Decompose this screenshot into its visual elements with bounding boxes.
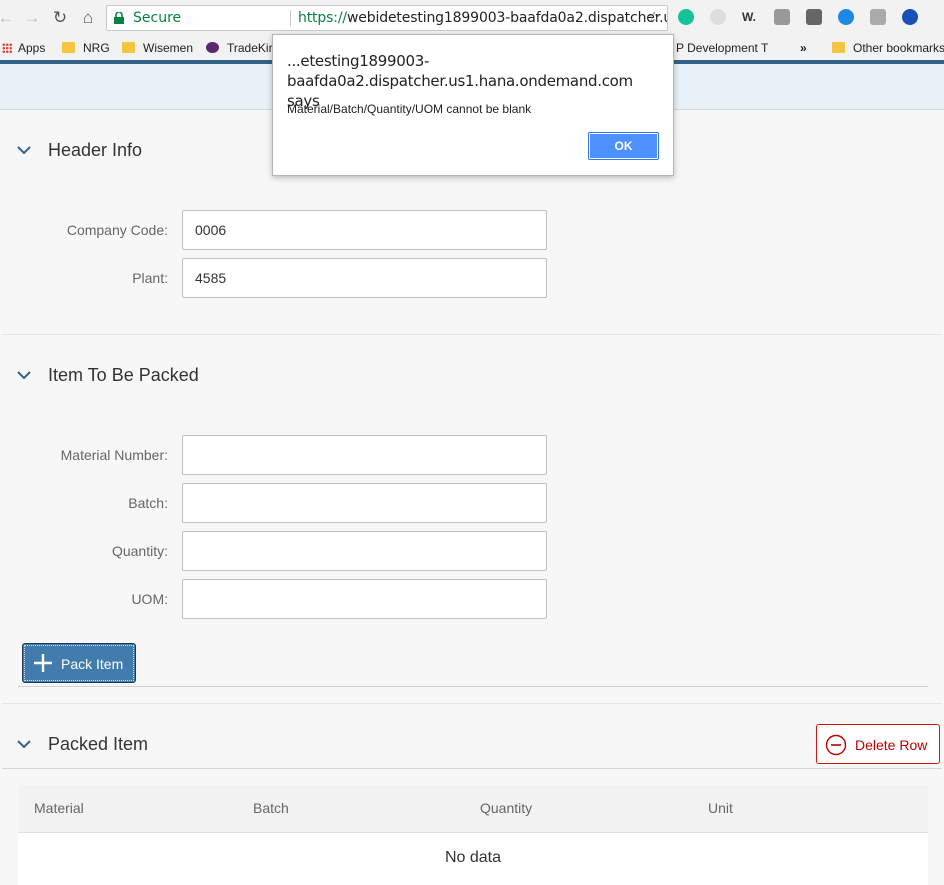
grammarly-icon[interactable] bbox=[678, 9, 694, 25]
batch-label: Batch: bbox=[128, 495, 168, 511]
batch-input[interactable] bbox=[182, 483, 547, 523]
column-header-quantity[interactable]: Quantity bbox=[480, 800, 532, 816]
column-header-unit[interactable]: Unit bbox=[708, 800, 733, 816]
plus-icon bbox=[34, 654, 52, 672]
bookmarks-overflow[interactable]: » bbox=[800, 40, 807, 56]
alert-dialog: ...etesting1899003-baafda0a2.dispatcher.… bbox=[272, 34, 674, 176]
uom-label: UOM: bbox=[131, 591, 168, 607]
folder-icon bbox=[62, 42, 75, 53]
pack-item-button[interactable]: Pack Item bbox=[22, 643, 136, 683]
bookmark-tradekir[interactable]: TradeKir bbox=[206, 40, 273, 56]
toolbar-divider bbox=[18, 686, 928, 687]
column-header-batch[interactable]: Batch bbox=[253, 800, 289, 816]
section-divider bbox=[2, 334, 942, 335]
lock-icon bbox=[114, 12, 124, 24]
folder-icon bbox=[122, 42, 135, 53]
dialog-message: Material/Batch/Quantity/UOM cannot be bl… bbox=[287, 102, 532, 116]
section-divider bbox=[2, 703, 942, 704]
bookmark-wisemen[interactable]: Wisemen bbox=[122, 40, 193, 56]
bookmark-star-icon[interactable]: ☆ bbox=[648, 6, 661, 30]
header-info-title: Header Info bbox=[48, 140, 143, 160]
address-bar[interactable]: Secure https://webidetesting1899003-baaf… bbox=[106, 5, 668, 31]
g-extension-icon[interactable] bbox=[870, 9, 886, 25]
folder-icon bbox=[832, 42, 845, 53]
uom-input[interactable] bbox=[182, 579, 547, 619]
pack-item-label: Pack Item bbox=[61, 656, 124, 672]
tradekir-icon bbox=[206, 42, 219, 53]
column-header-material[interactable]: Material bbox=[34, 800, 84, 816]
home-icon[interactable]: ⌂ bbox=[78, 8, 98, 28]
bookmark-apps[interactable]: Apps bbox=[2, 40, 45, 56]
packed-items-table: Material Batch Quantity Unit No data bbox=[18, 785, 928, 885]
apps-grid-icon bbox=[2, 43, 12, 53]
table-header: Material Batch Quantity Unit bbox=[18, 785, 928, 833]
extension-icon[interactable] bbox=[806, 9, 822, 25]
ok-button[interactable]: OK bbox=[588, 132, 659, 160]
bookmark-nrg[interactable]: NRG bbox=[62, 40, 110, 56]
material-number-label: Material Number: bbox=[60, 447, 168, 463]
company-code-input[interactable]: 0006 bbox=[182, 210, 547, 250]
save-extension-icon[interactable] bbox=[774, 9, 790, 25]
delete-row-button[interactable]: Delete Row bbox=[816, 724, 940, 764]
url-separator bbox=[290, 10, 291, 26]
remove-circle-icon bbox=[825, 734, 847, 756]
plant-label: Plant: bbox=[132, 270, 168, 286]
quantity-input[interactable] bbox=[182, 531, 547, 571]
grey-extension-icon[interactable] bbox=[710, 9, 726, 25]
company-code-label: Company Code: bbox=[66, 222, 168, 238]
w-extension-icon[interactable]: W. bbox=[742, 9, 758, 25]
browser-toolbar: ← → ↻ ⌂ Secure https://webidetesting1899… bbox=[0, 0, 944, 36]
forward-icon[interactable]: → bbox=[22, 8, 42, 28]
reload-icon[interactable]: ↻ bbox=[50, 8, 70, 28]
material-number-input[interactable] bbox=[182, 435, 547, 475]
plant-input[interactable]: 4585 bbox=[182, 258, 547, 298]
quantity-label: Quantity: bbox=[111, 543, 168, 559]
table-body: No data bbox=[18, 833, 928, 885]
no-data-text: No data bbox=[444, 849, 502, 866]
chevron-down-icon bbox=[17, 371, 31, 380]
other-bookmarks[interactable]: Other bookmarks bbox=[832, 40, 944, 56]
secure-label: Secure bbox=[133, 10, 182, 26]
edge-icon[interactable] bbox=[838, 9, 854, 25]
bookmark-development[interactable]: P Development T bbox=[676, 40, 768, 56]
item-to-be-packed-title: Item To Be Packed bbox=[48, 365, 199, 385]
chevron-down-icon bbox=[17, 146, 31, 155]
back-icon[interactable]: ← bbox=[0, 8, 16, 28]
section-divider bbox=[2, 768, 942, 769]
url-text: https://webidetesting1899003-baafda0a2.d… bbox=[298, 10, 667, 26]
a-extension-icon[interactable] bbox=[902, 9, 918, 25]
chevron-down-icon bbox=[17, 740, 31, 749]
delete-row-label: Delete Row bbox=[855, 737, 928, 753]
packed-item-title: Packed Item bbox=[48, 734, 149, 754]
